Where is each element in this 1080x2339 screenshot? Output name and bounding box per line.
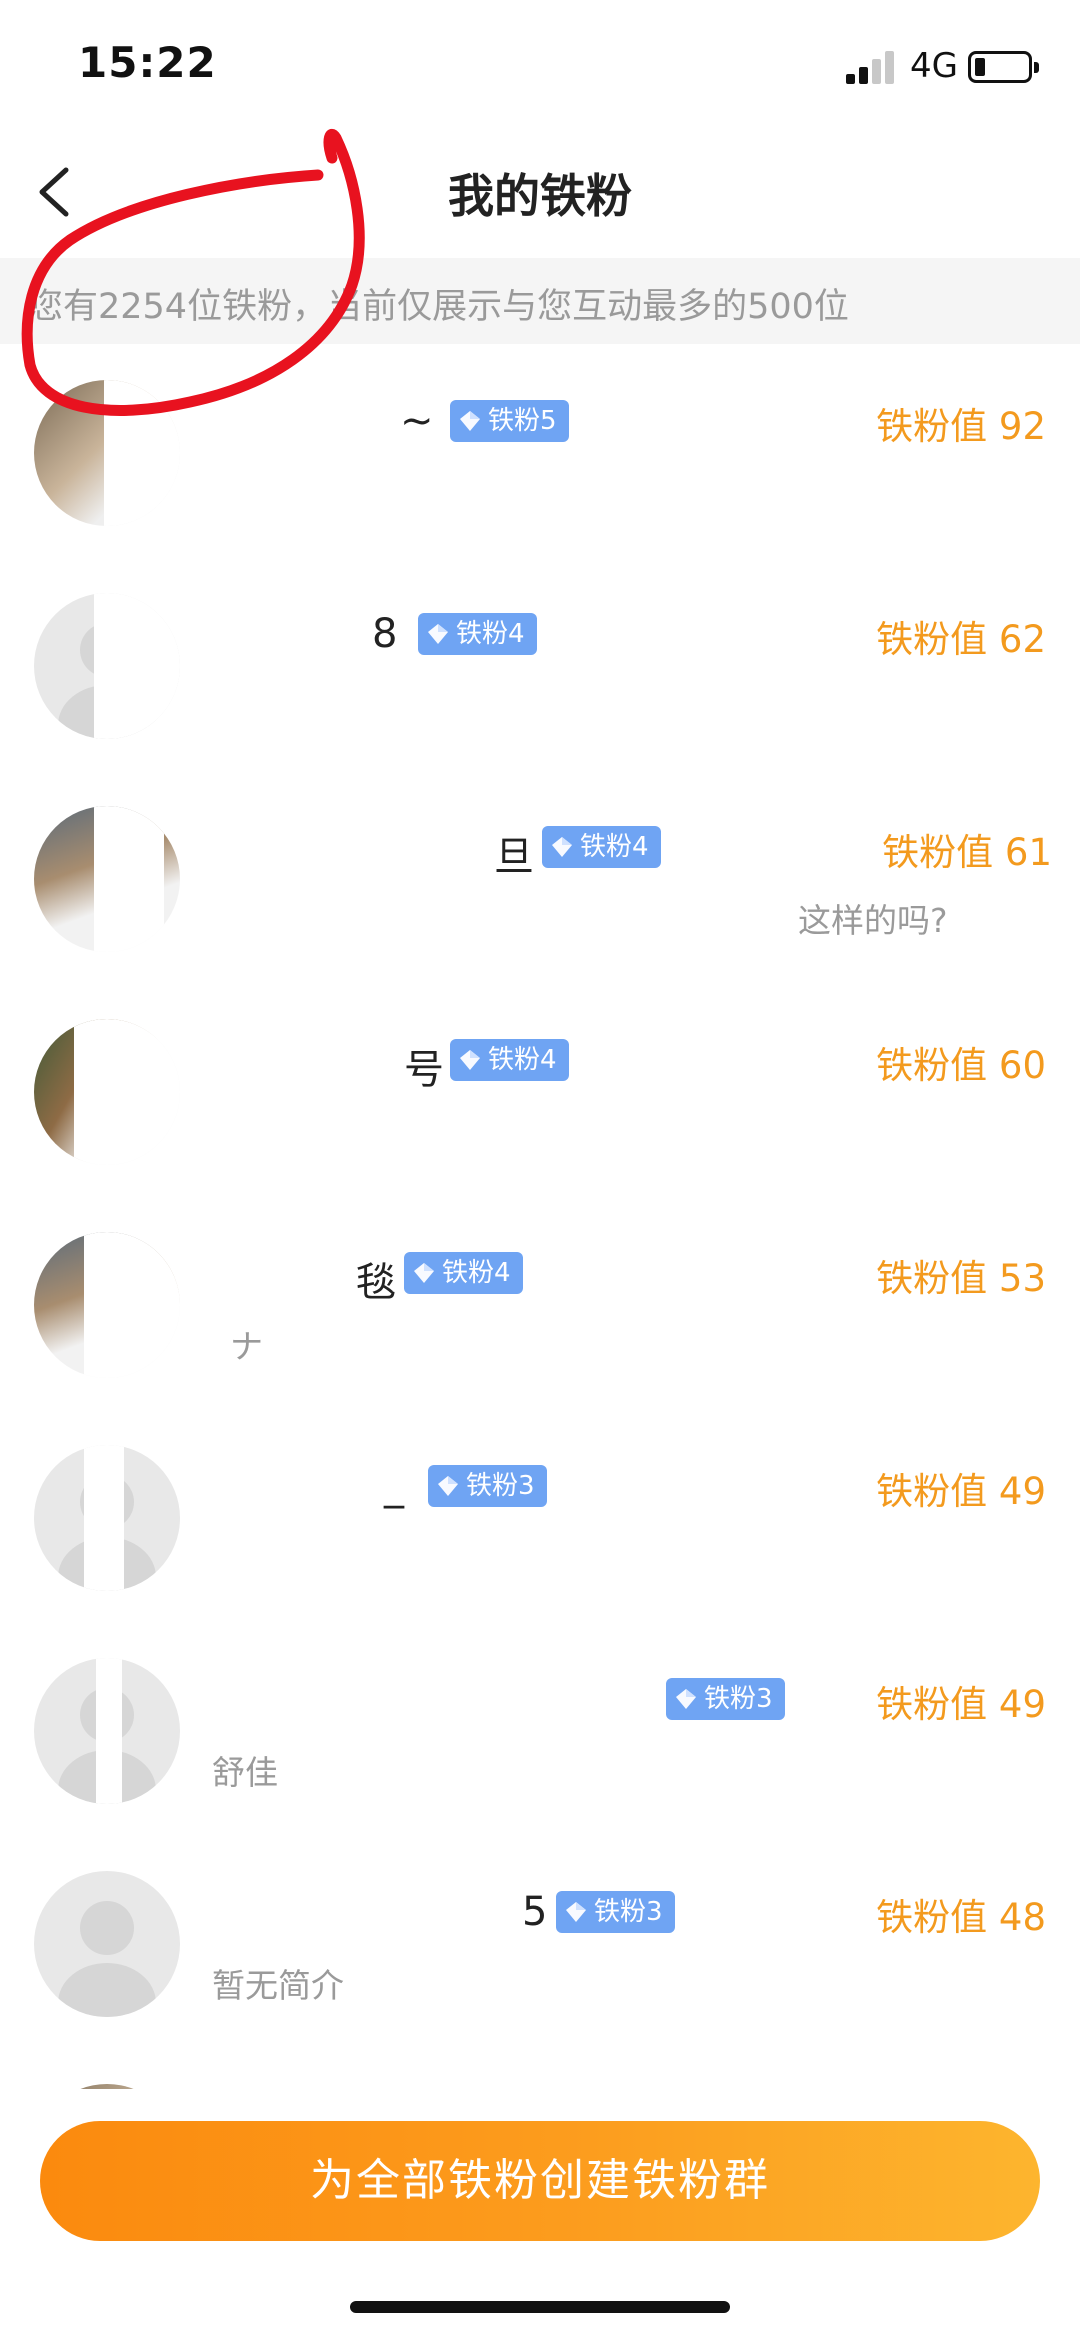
- fan-bio: 暂无简介: [212, 1966, 344, 2005]
- fan-value: 铁粉值 62: [876, 618, 1046, 661]
- avatar[interactable]: [34, 1232, 180, 1378]
- avatar[interactable]: [34, 806, 180, 952]
- list-item[interactable]: [0, 2048, 1080, 2089]
- badge-label: 铁粉4: [580, 832, 649, 862]
- avatar[interactable]: [34, 1871, 180, 2017]
- fan-level-badge: 铁粉5: [450, 400, 569, 442]
- fan-value: 铁粉值 48: [876, 1896, 1046, 1939]
- status-bar: 15:22 4G: [0, 0, 1080, 130]
- diamond-icon: [458, 409, 482, 433]
- fan-name: _: [384, 1463, 404, 1509]
- fan-name: 8: [372, 611, 398, 657]
- info-text: 您有2254位铁粉，当前仅展示与您互动最多的500位: [28, 287, 849, 327]
- battery-icon: [968, 51, 1039, 83]
- avatar[interactable]: [34, 1019, 180, 1165]
- fan-name: 毯: [356, 1260, 396, 1306]
- nav-bar: 我的铁粉: [0, 130, 1080, 250]
- avatar[interactable]: [34, 1658, 180, 1804]
- fan-name: ~: [400, 398, 434, 444]
- fan-value: 铁粉值 49: [876, 1470, 1046, 1513]
- list-item[interactable]: 5 铁粉3 铁粉值 48 暂无简介: [0, 1835, 1080, 2048]
- fan-level-badge: 铁粉4: [418, 613, 537, 655]
- signal-strength-icon: [846, 50, 896, 84]
- diamond-icon: [564, 1900, 588, 1924]
- diamond-icon: [436, 1474, 460, 1498]
- fan-list: ~ 铁粉5 铁粉值 92 8 铁粉4 铁粉值 62 旦 铁粉4 铁粉值 61 这…: [0, 344, 1080, 2089]
- fan-name: 号: [404, 1047, 444, 1093]
- badge-label: 铁粉3: [704, 1684, 773, 1714]
- diamond-icon: [458, 1048, 482, 1072]
- fan-level-badge: 铁粉4: [450, 1039, 569, 1081]
- badge-label: 铁粉4: [488, 1045, 557, 1075]
- list-item[interactable]: 毯 铁粉4 铁粉值 53 ナ: [0, 1196, 1080, 1409]
- fan-name: 旦: [494, 834, 534, 880]
- fan-level-badge: 铁粉3: [428, 1465, 547, 1507]
- badge-label: 铁粉3: [594, 1897, 663, 1927]
- fan-value: 铁粉值 49: [876, 1683, 1046, 1726]
- list-item[interactable]: 铁粉3 铁粉值 49 舒佳: [0, 1622, 1080, 1835]
- diamond-icon: [412, 1261, 436, 1285]
- fan-name: 5: [522, 1889, 548, 1935]
- badge-label: 铁粉4: [456, 619, 525, 649]
- list-item[interactable]: 号 铁粉4 铁粉值 60: [0, 983, 1080, 1196]
- page-title: 我的铁粉: [448, 169, 632, 223]
- avatar[interactable]: [34, 380, 180, 526]
- list-item[interactable]: 旦 铁粉4 铁粉值 61 这样的吗?: [0, 770, 1080, 983]
- avatar[interactable]: [34, 593, 180, 739]
- fan-level-badge: 铁粉4: [542, 826, 661, 868]
- fan-level-badge: 铁粉3: [556, 1891, 675, 1933]
- fan-bio: 舒佳: [212, 1753, 278, 1792]
- list-item[interactable]: _ 铁粉3 铁粉值 49: [0, 1409, 1080, 1622]
- fan-bio: 这样的吗?: [798, 901, 948, 940]
- fan-value: 铁粉值 92: [876, 405, 1046, 448]
- diamond-icon: [550, 835, 574, 859]
- fan-value: 铁粉值 60: [876, 1044, 1046, 1087]
- home-indicator: [350, 2301, 730, 2313]
- list-item[interactable]: ~ 铁粉5 铁粉值 92: [0, 344, 1080, 557]
- create-fan-group-button[interactable]: 为全部铁粉创建铁粉群: [40, 2121, 1040, 2241]
- fan-bio: ナ: [230, 1327, 263, 1366]
- fan-level-badge: 铁粉4: [404, 1252, 523, 1294]
- status-time: 15:22: [78, 38, 217, 87]
- badge-label: 铁粉5: [488, 406, 557, 436]
- badge-label: 铁粉3: [466, 1471, 535, 1501]
- badge-label: 铁粉4: [442, 1258, 511, 1288]
- bottom-bar: 为全部铁粉创建铁粉群: [0, 2089, 1080, 2339]
- network-type: 4G: [910, 46, 958, 86]
- diamond-icon: [426, 622, 450, 646]
- info-banner: 您有2254位铁粉，当前仅展示与您互动最多的500位: [0, 258, 1080, 344]
- avatar[interactable]: [34, 1445, 180, 1591]
- list-item[interactable]: 8 铁粉4 铁粉值 62: [0, 557, 1080, 770]
- fan-value: 铁粉值 61: [882, 831, 1052, 874]
- diamond-icon: [674, 1687, 698, 1711]
- fan-value: 铁粉值 53: [876, 1257, 1046, 1300]
- fan-level-badge: 铁粉3: [666, 1678, 785, 1720]
